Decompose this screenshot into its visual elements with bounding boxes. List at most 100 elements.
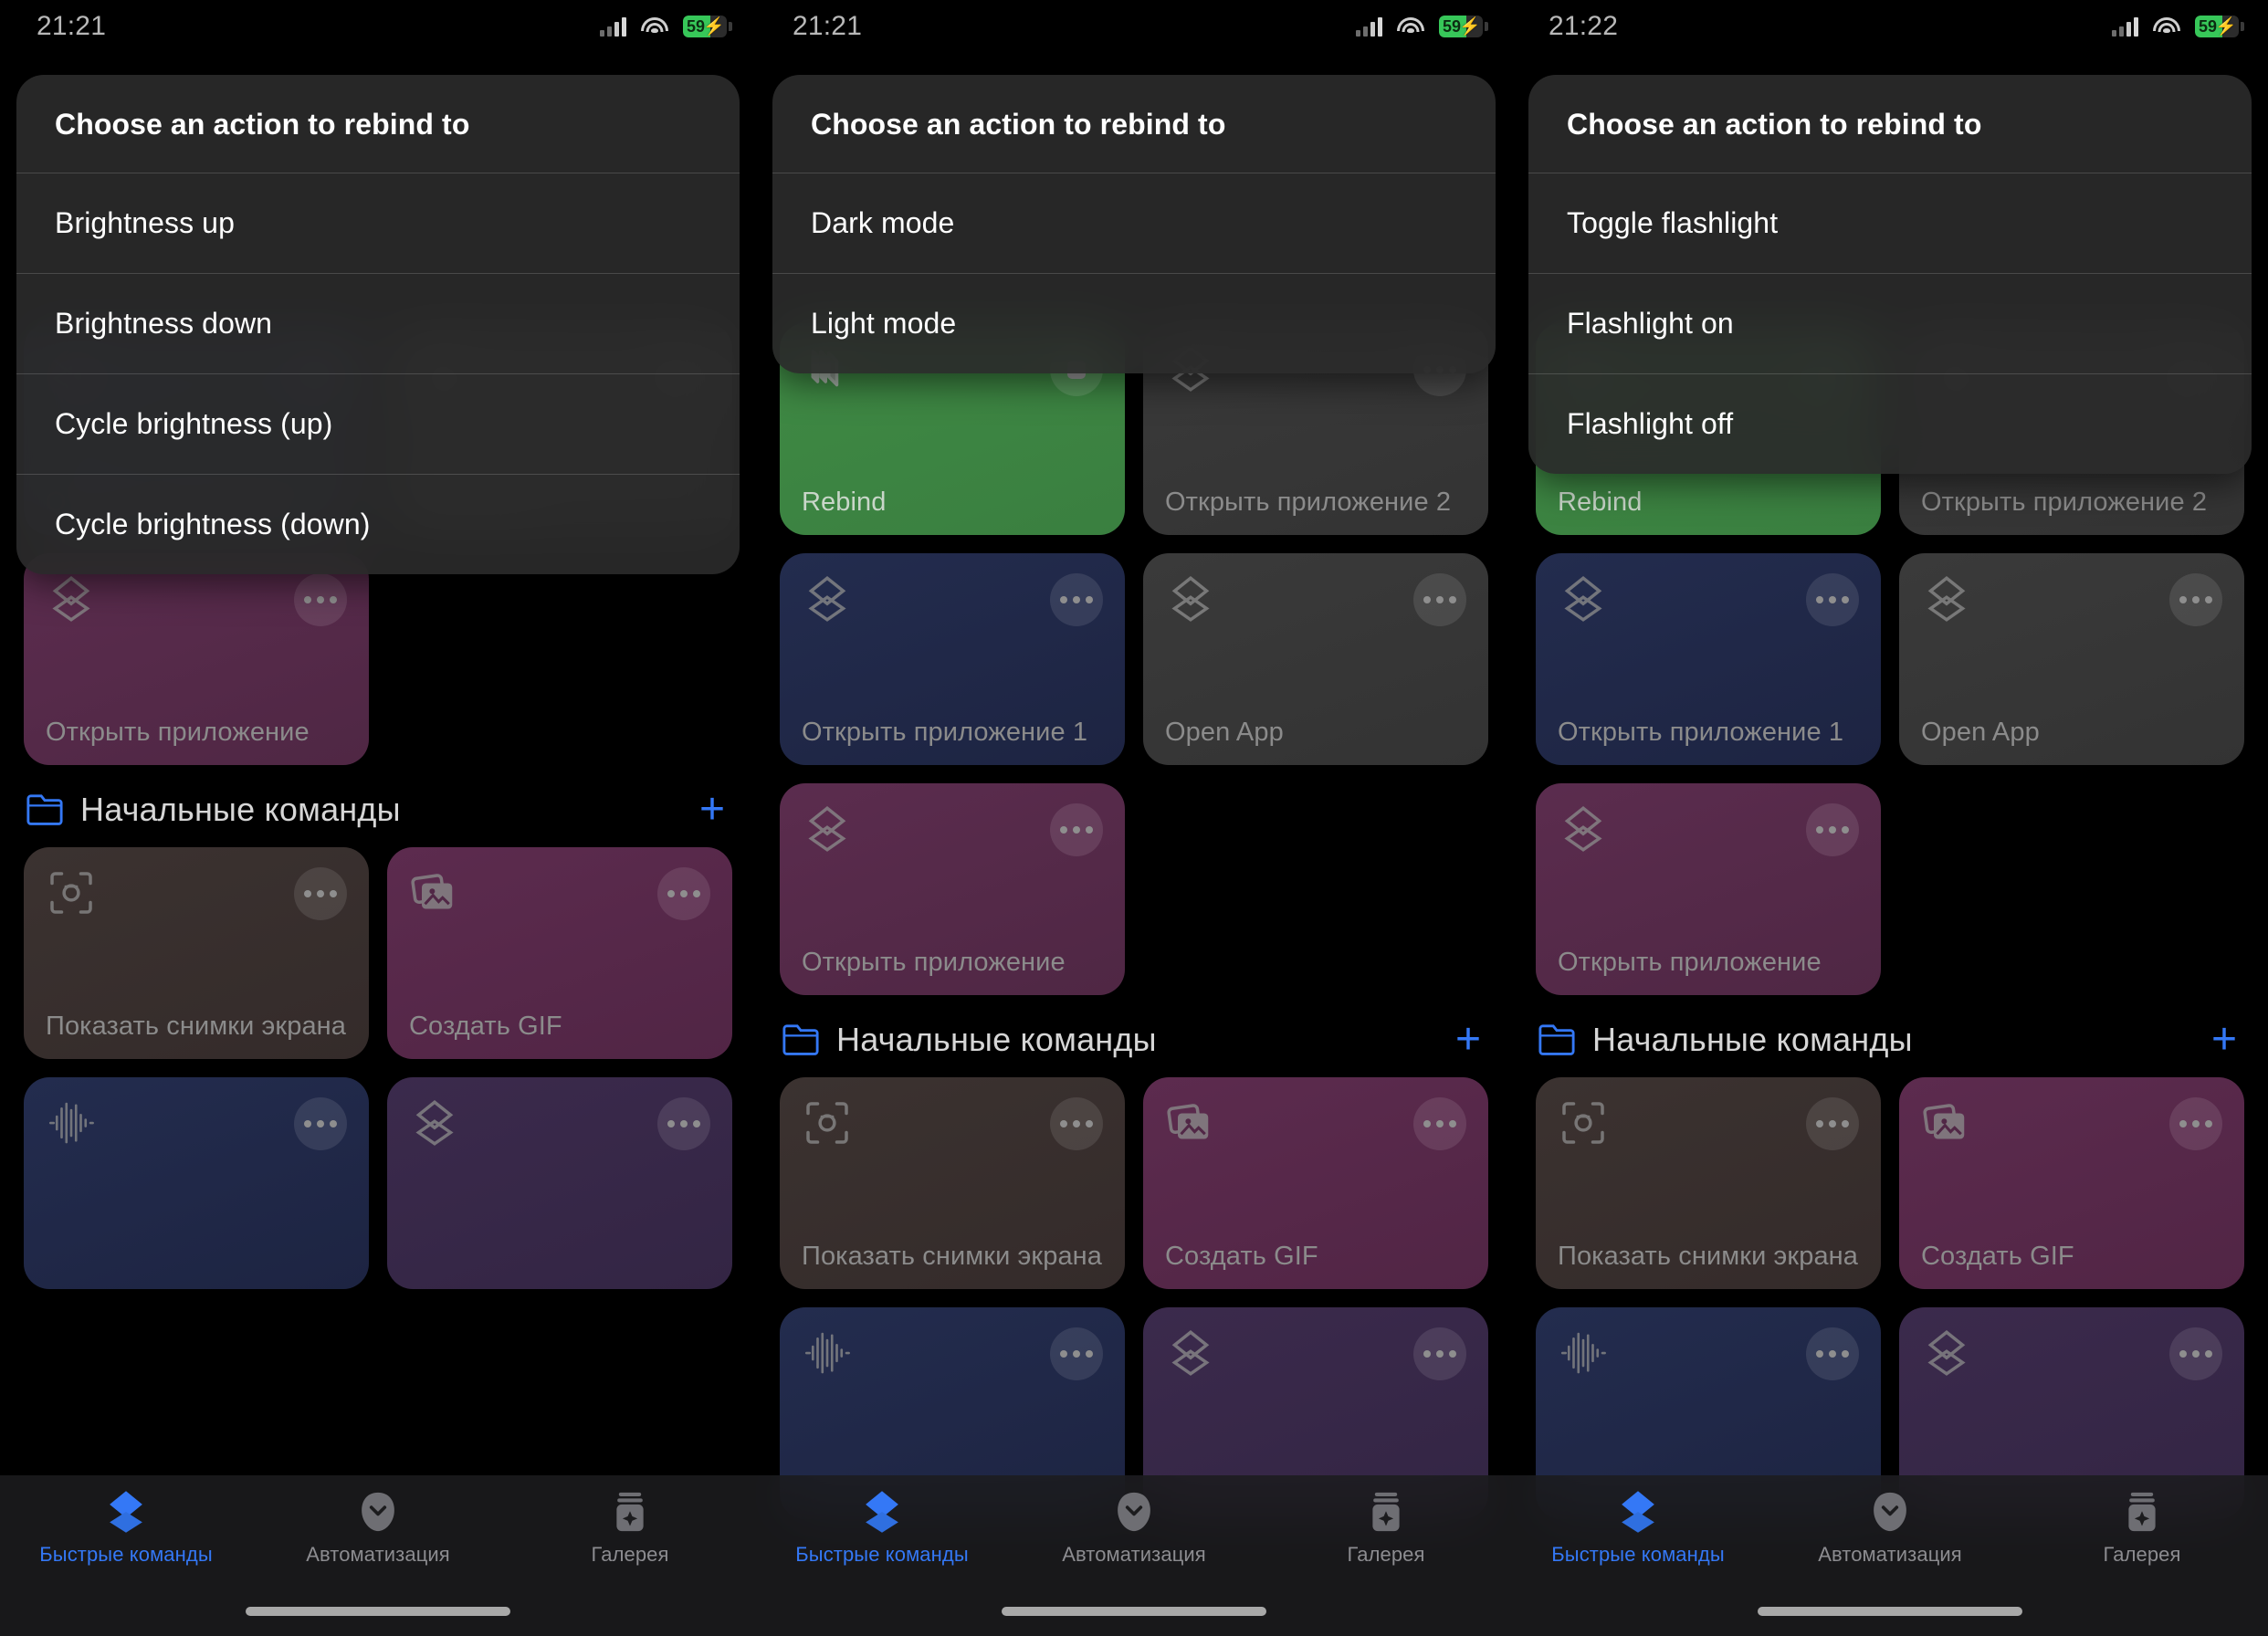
three-panel-screenshot-strip: 21:21 59 ⚡ Открыть приложение Начальные … <box>0 0 2268 1636</box>
shortcut-tile-label: Открыть приложение <box>46 717 310 747</box>
tab-gallery[interactable]: Галерея <box>2016 1488 2268 1636</box>
ellipsis-menu-icon[interactable] <box>2169 1097 2222 1150</box>
ellipsis-menu-icon[interactable] <box>294 573 347 626</box>
charging-bolt-icon: ⚡ <box>703 17 725 37</box>
status-bar-indicators: 59 ⚡ <box>600 16 732 37</box>
cellular-signal-icon <box>600 16 626 37</box>
screenshot-camera-icon <box>46 867 97 918</box>
shortcut-tile-label: Показать снимки экрана <box>802 1241 1103 1271</box>
shortcut-tile-open-app-1[interactable]: Открыть приложение 1 <box>1536 553 1881 765</box>
shortcut-tile-make-gif[interactable]: Создать GIF <box>387 847 732 1059</box>
sheet-option-flashlight-on[interactable]: Flashlight on <box>1528 273 2252 373</box>
screenshot-camera-icon <box>802 1097 853 1148</box>
ellipsis-menu-icon[interactable] <box>1050 573 1103 626</box>
sheet-option-flashlight-off[interactable]: Flashlight off <box>1528 373 2252 474</box>
add-shortcut-button[interactable]: + <box>1450 1018 1486 1061</box>
shortcut-tile-layers[interactable] <box>387 1077 732 1289</box>
status-bar: 21:21 59 ⚡ <box>0 0 756 53</box>
ellipsis-menu-icon[interactable] <box>1806 1097 1859 1150</box>
shortcut-tile-open-app-en[interactable]: Open App <box>1143 553 1488 765</box>
ellipsis-menu-icon[interactable] <box>1050 1097 1103 1150</box>
sheet-option-cycle-brightness-down[interactable]: Cycle brightness (down) <box>16 474 740 574</box>
phone-panel-3: 21:22 59 ⚡ Rebind Открыть приложение 2 О… <box>1512 0 2268 1636</box>
shortcuts-layers-icon <box>1165 573 1216 624</box>
folder-shortcuts-grid: Показать снимки экрана Создать GIF <box>1536 1077 2244 1519</box>
ellipsis-menu-icon[interactable] <box>294 1097 347 1150</box>
status-bar: 21:21 59 ⚡ <box>756 0 1512 53</box>
photos-stack-icon <box>1921 1097 1972 1148</box>
ellipsis-menu-icon[interactable] <box>1413 573 1466 626</box>
folder-shortcuts-grid: Показать снимки экрана Создать GIF <box>780 1077 1488 1519</box>
status-bar-clock: 21:21 <box>793 11 863 41</box>
sheet-option-toggle-flashlight[interactable]: Toggle flashlight <box>1528 173 2252 273</box>
shortcut-tile-open-app-1[interactable]: Открыть приложение 1 <box>780 553 1125 765</box>
ellipsis-menu-icon[interactable] <box>1050 1327 1103 1380</box>
shortcuts-grid-top: Rebind Открыть приложение 2 Открыть прил… <box>780 323 1488 995</box>
shortcut-tile-open-app-en[interactable]: Open App <box>1899 553 2244 765</box>
screenshot-camera-icon <box>1558 1097 1609 1148</box>
sheet-title: Choose an action to rebind to <box>1567 108 1982 141</box>
shortcuts-layers-icon <box>1558 803 1609 855</box>
ellipsis-menu-icon[interactable] <box>2169 1327 2222 1380</box>
add-shortcut-button[interactable]: + <box>694 788 730 831</box>
battery-percent-label: 59 <box>2199 16 2218 36</box>
tab-label: Галерея <box>591 1543 669 1566</box>
status-bar: 21:22 59 ⚡ <box>1512 0 2268 53</box>
waveform-icon <box>46 1097 97 1148</box>
shortcut-tile-label: Открыть приложение 1 <box>802 717 1088 747</box>
ellipsis-menu-icon[interactable] <box>1806 573 1859 626</box>
photos-stack-icon <box>409 867 460 918</box>
ellipsis-menu-icon[interactable] <box>1413 1097 1466 1150</box>
tab-shortcuts[interactable]: Быстрые команды <box>1512 1488 1764 1636</box>
rebind-action-sheet: Choose an action to rebind to Dark mode … <box>772 75 1496 373</box>
sheet-option-brightness-down[interactable]: Brightness down <box>16 273 740 373</box>
ellipsis-menu-icon[interactable] <box>657 1097 710 1150</box>
shortcut-tile-screenshots[interactable]: Показать снимки экрана <box>1536 1077 1881 1289</box>
ellipsis-menu-icon[interactable] <box>1806 803 1859 856</box>
battery-percent-label: 59 <box>687 16 706 36</box>
photos-stack-icon <box>1165 1097 1216 1148</box>
tab-shortcuts[interactable]: Быстрые команды <box>756 1488 1008 1636</box>
sheet-option-brightness-up[interactable]: Brightness up <box>16 173 740 273</box>
ellipsis-menu-icon[interactable] <box>2169 573 2222 626</box>
cellular-signal-icon <box>2112 16 2138 37</box>
shortcut-tile-make-gif[interactable]: Создать GIF <box>1143 1077 1488 1289</box>
home-indicator <box>1002 1607 1266 1616</box>
status-bar-indicators: 59 ⚡ <box>1356 16 1488 37</box>
sheet-option-light-mode[interactable]: Light mode <box>772 273 1496 373</box>
sheet-option-cycle-brightness-up[interactable]: Cycle brightness (up) <box>16 373 740 474</box>
shortcut-tile-waveform[interactable] <box>24 1077 369 1289</box>
shortcut-tile-label: Показать снимки экрана <box>46 1011 347 1041</box>
tab-gallery[interactable]: Галерея <box>504 1488 756 1636</box>
wifi-icon <box>641 16 668 37</box>
gallery-jar-icon <box>2118 1488 2166 1536</box>
ellipsis-menu-icon[interactable] <box>1413 1327 1466 1380</box>
sheet-title: Choose an action to rebind to <box>55 108 470 141</box>
folder-icon <box>26 793 64 826</box>
folder-shortcuts-grid: Показать снимки экрана Создать GIF <box>24 847 732 1289</box>
ellipsis-menu-icon[interactable] <box>294 867 347 920</box>
tab-shortcuts[interactable]: Быстрые команды <box>0 1488 252 1636</box>
home-indicator <box>1758 1607 2022 1616</box>
shortcuts-layers-icon <box>409 1097 460 1148</box>
shortcut-tile-screenshots[interactable]: Показать снимки экрана <box>780 1077 1125 1289</box>
shortcut-tile-open-app-purple[interactable]: Открыть приложение <box>1536 783 1881 995</box>
shortcuts-layers-icon <box>46 573 97 624</box>
status-bar-clock: 21:22 <box>1549 11 1619 41</box>
shortcut-tile-screenshots[interactable]: Показать снимки экрана <box>24 847 369 1059</box>
ellipsis-menu-icon[interactable] <box>657 867 710 920</box>
wifi-icon <box>2153 16 2180 37</box>
add-shortcut-button[interactable]: + <box>2206 1018 2242 1061</box>
tab-gallery[interactable]: Галерея <box>1260 1488 1512 1636</box>
shortcut-tile-open-app-purple[interactable]: Открыть приложение <box>24 553 369 765</box>
shortcuts-layers-icon <box>1165 1327 1216 1379</box>
shortcut-tile-make-gif[interactable]: Создать GIF <box>1899 1077 2244 1289</box>
shortcut-tile-label: Создать GIF <box>409 1011 562 1041</box>
shortcuts-layers-icon <box>802 803 853 855</box>
ellipsis-menu-icon[interactable] <box>1050 803 1103 856</box>
shortcut-tile-open-app-purple[interactable]: Открыть приложение <box>780 783 1125 995</box>
folder-title: Начальные команды <box>1592 1021 1913 1058</box>
ellipsis-menu-icon[interactable] <box>1806 1327 1859 1380</box>
sheet-option-dark-mode[interactable]: Dark mode <box>772 173 1496 273</box>
status-bar-clock: 21:21 <box>37 11 107 41</box>
